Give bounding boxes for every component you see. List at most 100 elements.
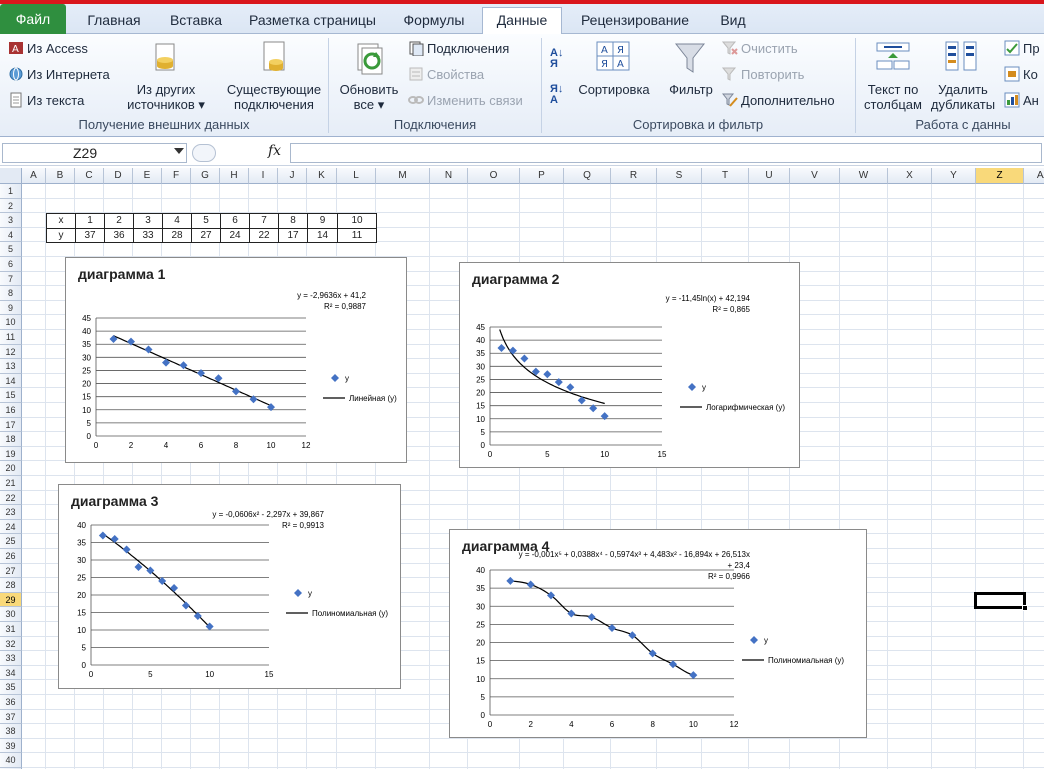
row-header-4[interactable]: 4 bbox=[0, 227, 22, 243]
row-header-1[interactable]: 1 bbox=[0, 184, 22, 199]
row-header-27[interactable]: 27 bbox=[0, 563, 22, 579]
row-header-6[interactable]: 6 bbox=[0, 257, 22, 272]
row-header-37[interactable]: 37 bbox=[0, 709, 22, 725]
refresh-all-button[interactable]: Обновить все ▾ bbox=[334, 82, 404, 112]
column-header-X[interactable]: X bbox=[888, 168, 932, 184]
worksheet-grid[interactable]: ABCDEFGHIJKLMNOPQRSTUVWXYZAA 12345678910… bbox=[0, 168, 1044, 769]
tab-data[interactable]: Данные bbox=[482, 7, 562, 34]
table-cell-y[interactable]: 22 bbox=[249, 227, 279, 244]
other-sources-button[interactable]: Из других источников ▾ bbox=[118, 82, 214, 112]
active-cell-z29[interactable] bbox=[974, 591, 1028, 612]
row-header-31[interactable]: 31 bbox=[0, 622, 22, 637]
table-cell-y[interactable]: 28 bbox=[162, 227, 192, 244]
column-header-P[interactable]: P bbox=[520, 168, 564, 184]
row-header-2[interactable]: 2 bbox=[0, 198, 22, 214]
consolidate-button[interactable]: Ко bbox=[1004, 66, 1038, 82]
row-header-8[interactable]: 8 bbox=[0, 286, 22, 301]
edit-links-button[interactable]: Изменить связи bbox=[408, 92, 523, 108]
reapply-filter-button[interactable]: Повторить bbox=[721, 66, 804, 82]
column-header-U[interactable]: U bbox=[749, 168, 790, 184]
column-header-Q[interactable]: Q bbox=[564, 168, 611, 184]
table-cell-y[interactable]: 11 bbox=[337, 227, 377, 244]
column-header-Z[interactable]: Z bbox=[976, 168, 1024, 184]
row-header-10[interactable]: 10 bbox=[0, 315, 22, 330]
column-header-N[interactable]: N bbox=[430, 168, 468, 184]
row-header-15[interactable]: 15 bbox=[0, 388, 22, 403]
row-header-11[interactable]: 11 bbox=[0, 330, 22, 345]
row-header-36[interactable]: 36 bbox=[0, 695, 22, 710]
column-header-I[interactable]: I bbox=[249, 168, 278, 184]
column-header-L[interactable]: L bbox=[337, 168, 376, 184]
from-access-button[interactable]: A Из Access bbox=[8, 40, 88, 56]
column-header-E[interactable]: E bbox=[133, 168, 162, 184]
table-cell-y[interactable]: 24 bbox=[220, 227, 250, 244]
row-header-32[interactable]: 32 bbox=[0, 636, 22, 652]
column-header-AA[interactable]: AA bbox=[1024, 168, 1044, 184]
row-header-38[interactable]: 38 bbox=[0, 724, 22, 739]
row-header-18[interactable]: 18 bbox=[0, 432, 22, 447]
column-header-J[interactable]: J bbox=[278, 168, 307, 184]
row-header-13[interactable]: 13 bbox=[0, 359, 22, 374]
table-cell-y-label[interactable]: y bbox=[46, 227, 76, 244]
insert-function-button[interactable]: fx bbox=[268, 143, 281, 159]
properties-button[interactable]: Свойства bbox=[408, 66, 484, 82]
row-header-30[interactable]: 30 bbox=[0, 607, 22, 622]
row-header-23[interactable]: 23 bbox=[0, 505, 22, 520]
row-header-14[interactable]: 14 bbox=[0, 373, 22, 389]
chart-3[interactable]: диаграмма 3 0 5 10 15 20 25 30 35 40 0 5 10 15 y = -0,… bbox=[58, 484, 401, 689]
column-header-B[interactable]: B bbox=[46, 168, 75, 184]
row-header-17[interactable]: 17 bbox=[0, 417, 22, 433]
tab-home[interactable]: Главная bbox=[76, 8, 152, 34]
tab-review[interactable]: Рецензирование bbox=[570, 8, 700, 34]
remove-duplicates-button[interactable]: Удалить дубликаты bbox=[928, 82, 998, 112]
row-header-20[interactable]: 20 bbox=[0, 461, 22, 476]
table-cell-x[interactable]: 8 bbox=[278, 213, 308, 229]
column-header-F[interactable]: F bbox=[162, 168, 191, 184]
row-header-29[interactable]: 29 bbox=[0, 592, 22, 608]
chart-2[interactable]: диаграмма 2 0 5 10 15 20 25 30 35 40 45 0 5 10 15 y = -… bbox=[459, 262, 800, 468]
row-header-24[interactable]: 24 bbox=[0, 519, 22, 535]
tab-insert[interactable]: Вставка bbox=[158, 8, 234, 34]
table-cell-x[interactable]: 10 bbox=[337, 213, 377, 229]
filter-button[interactable]: Фильтр bbox=[662, 82, 720, 97]
table-cell-x[interactable]: 2 bbox=[104, 213, 134, 229]
formula-input[interactable] bbox=[290, 143, 1042, 163]
tab-file[interactable]: Файл bbox=[0, 4, 66, 34]
from-web-button[interactable]: Из Интернета bbox=[8, 66, 110, 82]
column-header-G[interactable]: G bbox=[191, 168, 220, 184]
connections-button[interactable]: Подключения bbox=[408, 40, 509, 57]
name-box[interactable]: Z29 bbox=[2, 143, 187, 163]
column-header-K[interactable]: K bbox=[307, 168, 337, 184]
table-cell-x[interactable]: 1 bbox=[75, 213, 105, 229]
row-header-21[interactable]: 21 bbox=[0, 476, 22, 491]
column-header-A[interactable]: A bbox=[22, 168, 46, 184]
row-header-39[interactable]: 39 bbox=[0, 738, 22, 754]
column-header-T[interactable]: T bbox=[702, 168, 749, 184]
table-cell-x[interactable]: 4 bbox=[162, 213, 192, 229]
table-cell-y[interactable]: 17 bbox=[278, 227, 308, 244]
row-header-7[interactable]: 7 bbox=[0, 271, 22, 287]
select-all-corner[interactable] bbox=[0, 168, 22, 184]
table-cell-x[interactable]: 6 bbox=[220, 213, 250, 229]
row-header-33[interactable]: 33 bbox=[0, 651, 22, 666]
fill-handle[interactable] bbox=[1022, 605, 1028, 612]
table-cell-x[interactable]: 7 bbox=[249, 213, 279, 229]
tab-page-layout[interactable]: Разметка страницы bbox=[240, 8, 385, 34]
row-header-3[interactable]: 3 bbox=[0, 213, 22, 228]
table-cell-y[interactable]: 33 bbox=[133, 227, 163, 244]
sort-za-button[interactable]: Я↓ А bbox=[550, 84, 563, 106]
table-cell-y[interactable]: 27 bbox=[191, 227, 221, 244]
column-header-H[interactable]: H bbox=[220, 168, 249, 184]
chart-4[interactable]: диаграмма 4 0 5 10 15 20 25 30 35 40 0 2 4 6 8 10 12 y = … bbox=[449, 529, 867, 738]
tab-view[interactable]: Вид bbox=[708, 8, 758, 34]
row-header-25[interactable]: 25 bbox=[0, 534, 22, 549]
row-header-9[interactable]: 9 bbox=[0, 300, 22, 316]
row-header-19[interactable]: 19 bbox=[0, 446, 22, 462]
tab-formulas[interactable]: Формулы bbox=[392, 8, 476, 34]
table-cell-y[interactable]: 37 bbox=[75, 227, 105, 244]
row-header-26[interactable]: 26 bbox=[0, 549, 22, 564]
table-cell-x[interactable]: 3 bbox=[133, 213, 163, 229]
chevron-down-icon[interactable] bbox=[174, 148, 184, 154]
text-to-columns-button[interactable]: Текст по столбцам bbox=[858, 82, 928, 112]
advanced-filter-button[interactable]: Дополнительно bbox=[721, 92, 835, 108]
